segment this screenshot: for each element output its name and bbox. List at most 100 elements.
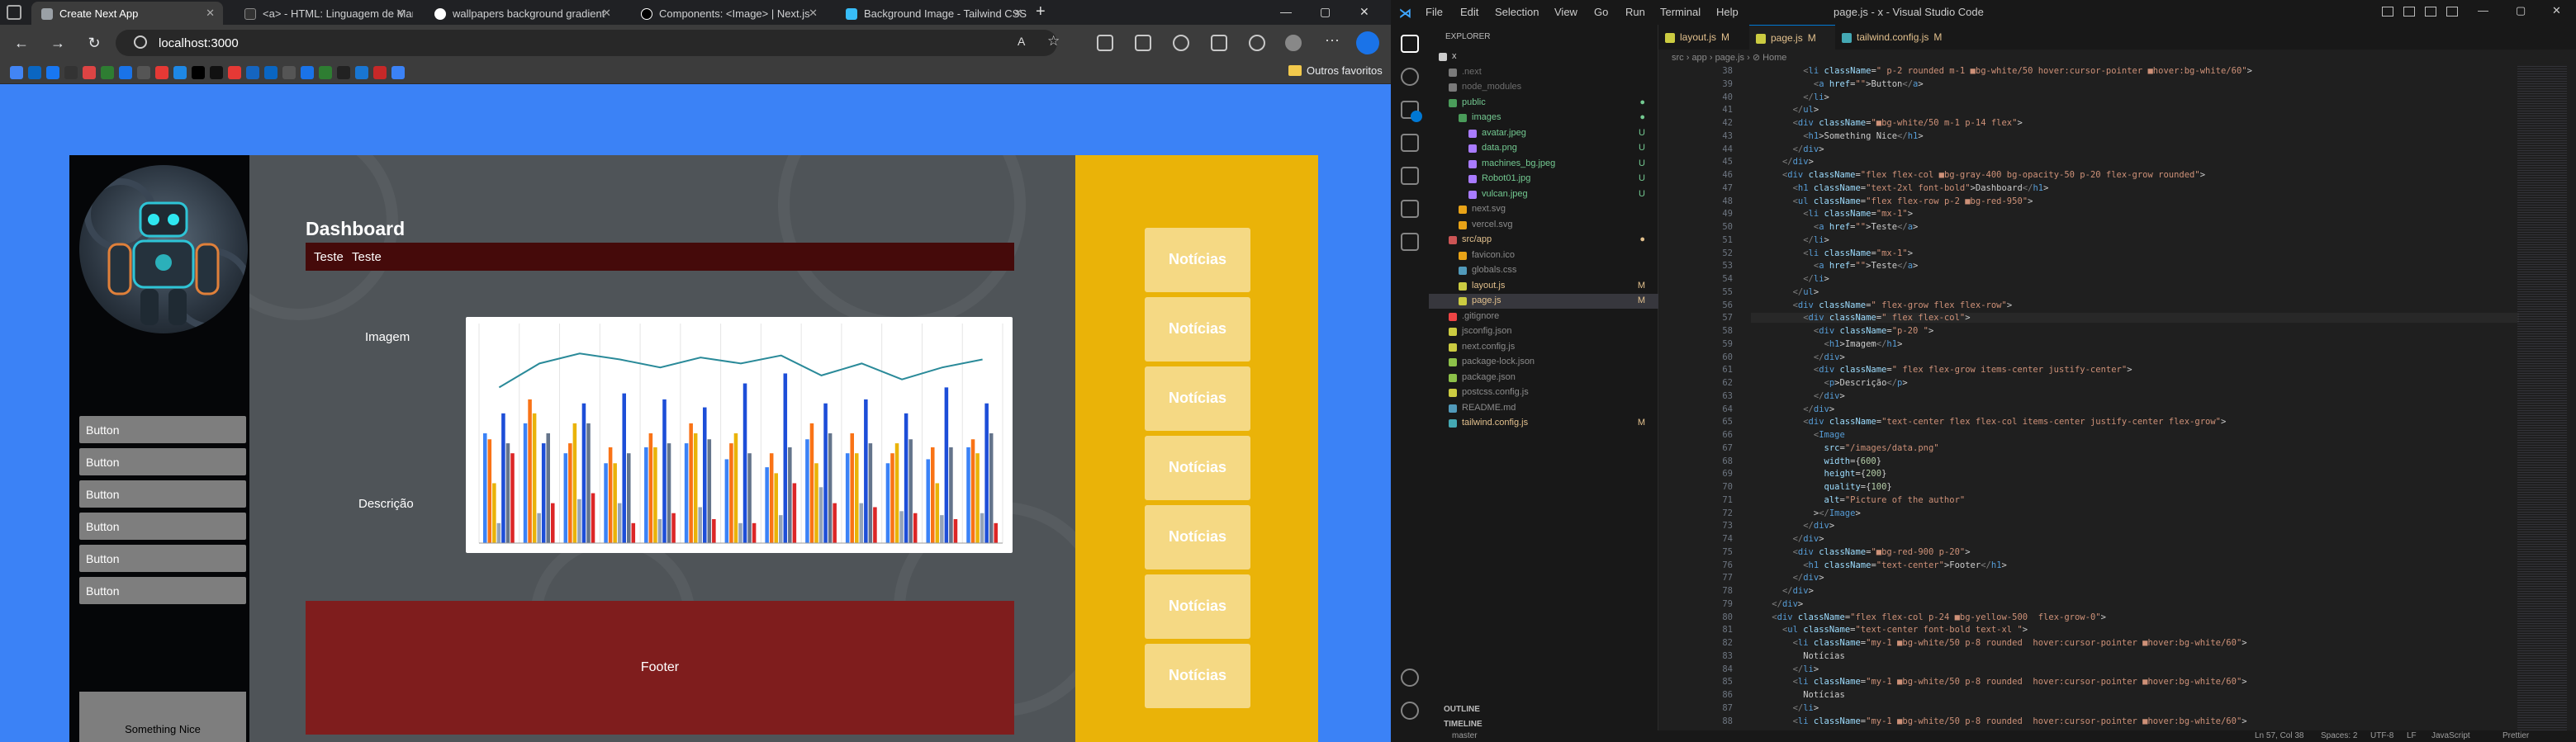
reload-icon[interactable]: ↻ — [84, 33, 104, 53]
browser-tab-active[interactable]: Create Next App ✕ — [31, 2, 223, 25]
code-line[interactable]: </div> — [1751, 352, 2519, 362]
menu-help[interactable]: Help — [1716, 6, 1739, 18]
read-aloud-icon[interactable]: A — [1018, 35, 1025, 48]
menu-view[interactable]: View — [1554, 6, 1577, 18]
timeline-section[interactable]: TIMELINE — [1444, 720, 1483, 729]
editor-tab[interactable]: layout.js M — [1658, 25, 1749, 50]
browser-tab[interactable]: Components: <Image> | Next.js ✕ — [631, 2, 826, 25]
editor-tab[interactable]: tailwind.config.js M — [1835, 25, 1959, 50]
browser-tab[interactable]: wallpapers background gradient ✕ — [425, 2, 619, 25]
code-line[interactable]: </div> — [1751, 144, 2519, 154]
code-line[interactable]: <div className=" flex flex-grow items-ce… — [1751, 365, 2519, 375]
maximize-icon[interactable]: ▢ — [2516, 4, 2526, 17]
file-tree-item[interactable]: vulcan.jpeg U — [1429, 187, 1658, 202]
menu-terminal[interactable]: Terminal — [1660, 6, 1701, 18]
language-mode[interactable]: JavaScript — [2431, 731, 2470, 740]
menu-file[interactable]: File — [1426, 6, 1443, 18]
code-line[interactable]: <li className="my-1 ■bg-white/50 p-8 rou… — [1751, 677, 2519, 687]
code-line[interactable]: <h1>Imagem</h1> — [1751, 339, 2519, 349]
file-tree-item[interactable]: .gitignore — [1429, 310, 1658, 324]
file-tree-item[interactable]: node_modules — [1429, 80, 1658, 95]
close-tab-icon[interactable]: ✕ — [602, 7, 611, 20]
bookmark-favicon-icon[interactable] — [210, 66, 223, 79]
code-line[interactable]: <li className="mx-1"> — [1751, 209, 2519, 219]
news-item[interactable]: Notícias — [1145, 297, 1250, 362]
extensions-icon[interactable] — [1401, 167, 1419, 185]
bookmark-favicon-icon[interactable] — [373, 66, 387, 79]
file-tree-item[interactable]: src/app ● — [1429, 233, 1658, 248]
extensions-icon[interactable] — [1097, 35, 1113, 51]
bookmark-favicon-icon[interactable] — [119, 66, 132, 79]
code-line[interactable]: <li className=" p-2 rounded m-1 ■bg-whit… — [1751, 66, 2519, 76]
code-line[interactable]: <a href="">Teste</a> — [1751, 261, 2519, 271]
minimize-icon[interactable]: — — [1280, 5, 1292, 18]
sidebar-button[interactable]: Button — [79, 448, 246, 475]
close-tab-icon[interactable]: ✕ — [1013, 7, 1022, 20]
prettier-status[interactable]: Prettier — [2502, 731, 2529, 740]
forward-icon[interactable]: → — [48, 33, 68, 53]
file-tree-item[interactable]: avatar.jpeg U — [1429, 126, 1658, 141]
menu-link-teste[interactable]: Teste — [314, 250, 344, 264]
bookmark-favicon-icon[interactable] — [355, 66, 368, 79]
code-line[interactable]: <div className="■bg-white/50 m-1 p-14 fl… — [1751, 118, 2519, 128]
new-tab-button[interactable]: + — [1036, 2, 1046, 21]
bookmark-favicon-icon[interactable] — [264, 66, 278, 79]
code-line[interactable]: <div className="flex flex-col ■bg-gray-4… — [1751, 170, 2519, 180]
file-tree-item[interactable]: machines_bg.jpeg U — [1429, 157, 1658, 172]
minimap[interactable] — [2517, 64, 2567, 742]
code-line[interactable]: Notícias — [1751, 690, 2519, 700]
url-text[interactable]: localhost:3000 — [159, 36, 239, 50]
file-tree-item[interactable]: tailwind.config.js M — [1429, 416, 1658, 431]
code-line[interactable]: </li> — [1751, 92, 2519, 102]
tab-actions-icon[interactable] — [7, 5, 21, 20]
file-tree-item[interactable]: next.config.js — [1429, 340, 1658, 355]
accounts-icon[interactable] — [1401, 669, 1419, 687]
code-line[interactable]: <div className="p-20 "> — [1751, 326, 2519, 336]
code-line[interactable]: </div> — [1751, 157, 2519, 167]
code-line[interactable]: <li className="my-1 ■bg-white/50 p-8 rou… — [1751, 716, 2519, 726]
bookmark-favicon-icon[interactable] — [83, 66, 96, 79]
file-tree-item[interactable]: page.js M — [1429, 294, 1658, 309]
favorites-icon[interactable] — [1173, 35, 1189, 51]
code-line[interactable]: <li className="mx-1"> — [1751, 248, 2519, 258]
file-tree-item[interactable]: package.json — [1429, 371, 1658, 385]
menu-link-teste[interactable]: Teste — [352, 250, 382, 264]
code-line[interactable]: ></Image> — [1751, 508, 2519, 518]
code-line[interactable]: quality={100} — [1751, 482, 2519, 492]
code-line[interactable]: <div className="flex flex-col p-24 ■bg-y… — [1751, 612, 2519, 622]
run-debug-icon[interactable] — [1401, 134, 1419, 152]
bookmark-favicon-icon[interactable] — [228, 66, 241, 79]
back-icon[interactable]: ← — [12, 33, 31, 53]
code-line[interactable]: </div> — [1751, 391, 2519, 401]
code-line[interactable]: <h1 className="text-2xl font-bold">Dashb… — [1751, 183, 2519, 193]
bookmark-favicon-icon[interactable] — [155, 66, 168, 79]
bookmark-favicon-icon[interactable] — [28, 66, 41, 79]
menu-run[interactable]: Run — [1625, 6, 1645, 18]
news-item[interactable]: Notícias — [1145, 505, 1250, 569]
news-item[interactable]: Notícias — [1145, 366, 1250, 431]
code-line[interactable]: <p>Descrição</p> — [1751, 378, 2519, 388]
collections-icon[interactable] — [1211, 35, 1227, 51]
close-tab-icon[interactable]: ✕ — [206, 7, 215, 20]
code-line[interactable]: <div className="text-center flex flex-co… — [1751, 417, 2519, 427]
favorite-star-icon[interactable]: ☆ — [1047, 33, 1060, 50]
minimize-icon[interactable]: — — [2478, 4, 2488, 17]
file-tree-item[interactable]: images ● — [1429, 111, 1658, 125]
bookmark-favicon-icon[interactable] — [101, 66, 114, 79]
code-line[interactable]: </li> — [1751, 703, 2519, 713]
explorer-icon[interactable] — [1401, 35, 1419, 53]
layout-icon[interactable] — [2403, 7, 2415, 17]
code-line[interactable]: </div> — [1751, 573, 2519, 583]
code-line[interactable]: width={600} — [1751, 456, 2519, 466]
news-item[interactable]: Notícias — [1145, 436, 1250, 500]
code-line[interactable]: <h1>Something Nice</h1> — [1751, 131, 2519, 141]
code-line[interactable]: <div className=" flex-grow flex flex-row… — [1751, 300, 2519, 310]
file-tree-item[interactable]: next.svg — [1429, 202, 1658, 217]
code-line[interactable]: </div> — [1751, 534, 2519, 544]
code-line[interactable]: <li className="my-1 ■bg-white/50 p-8 rou… — [1751, 638, 2519, 648]
close-window-icon[interactable]: ✕ — [1359, 5, 1369, 19]
copilot-icon[interactable] — [1356, 31, 1379, 54]
bookmark-favicon-icon[interactable] — [282, 66, 296, 79]
code-line[interactable]: <h1 className="text-center">Footer</h1> — [1751, 560, 2519, 570]
eol[interactable]: LF — [2407, 731, 2417, 740]
